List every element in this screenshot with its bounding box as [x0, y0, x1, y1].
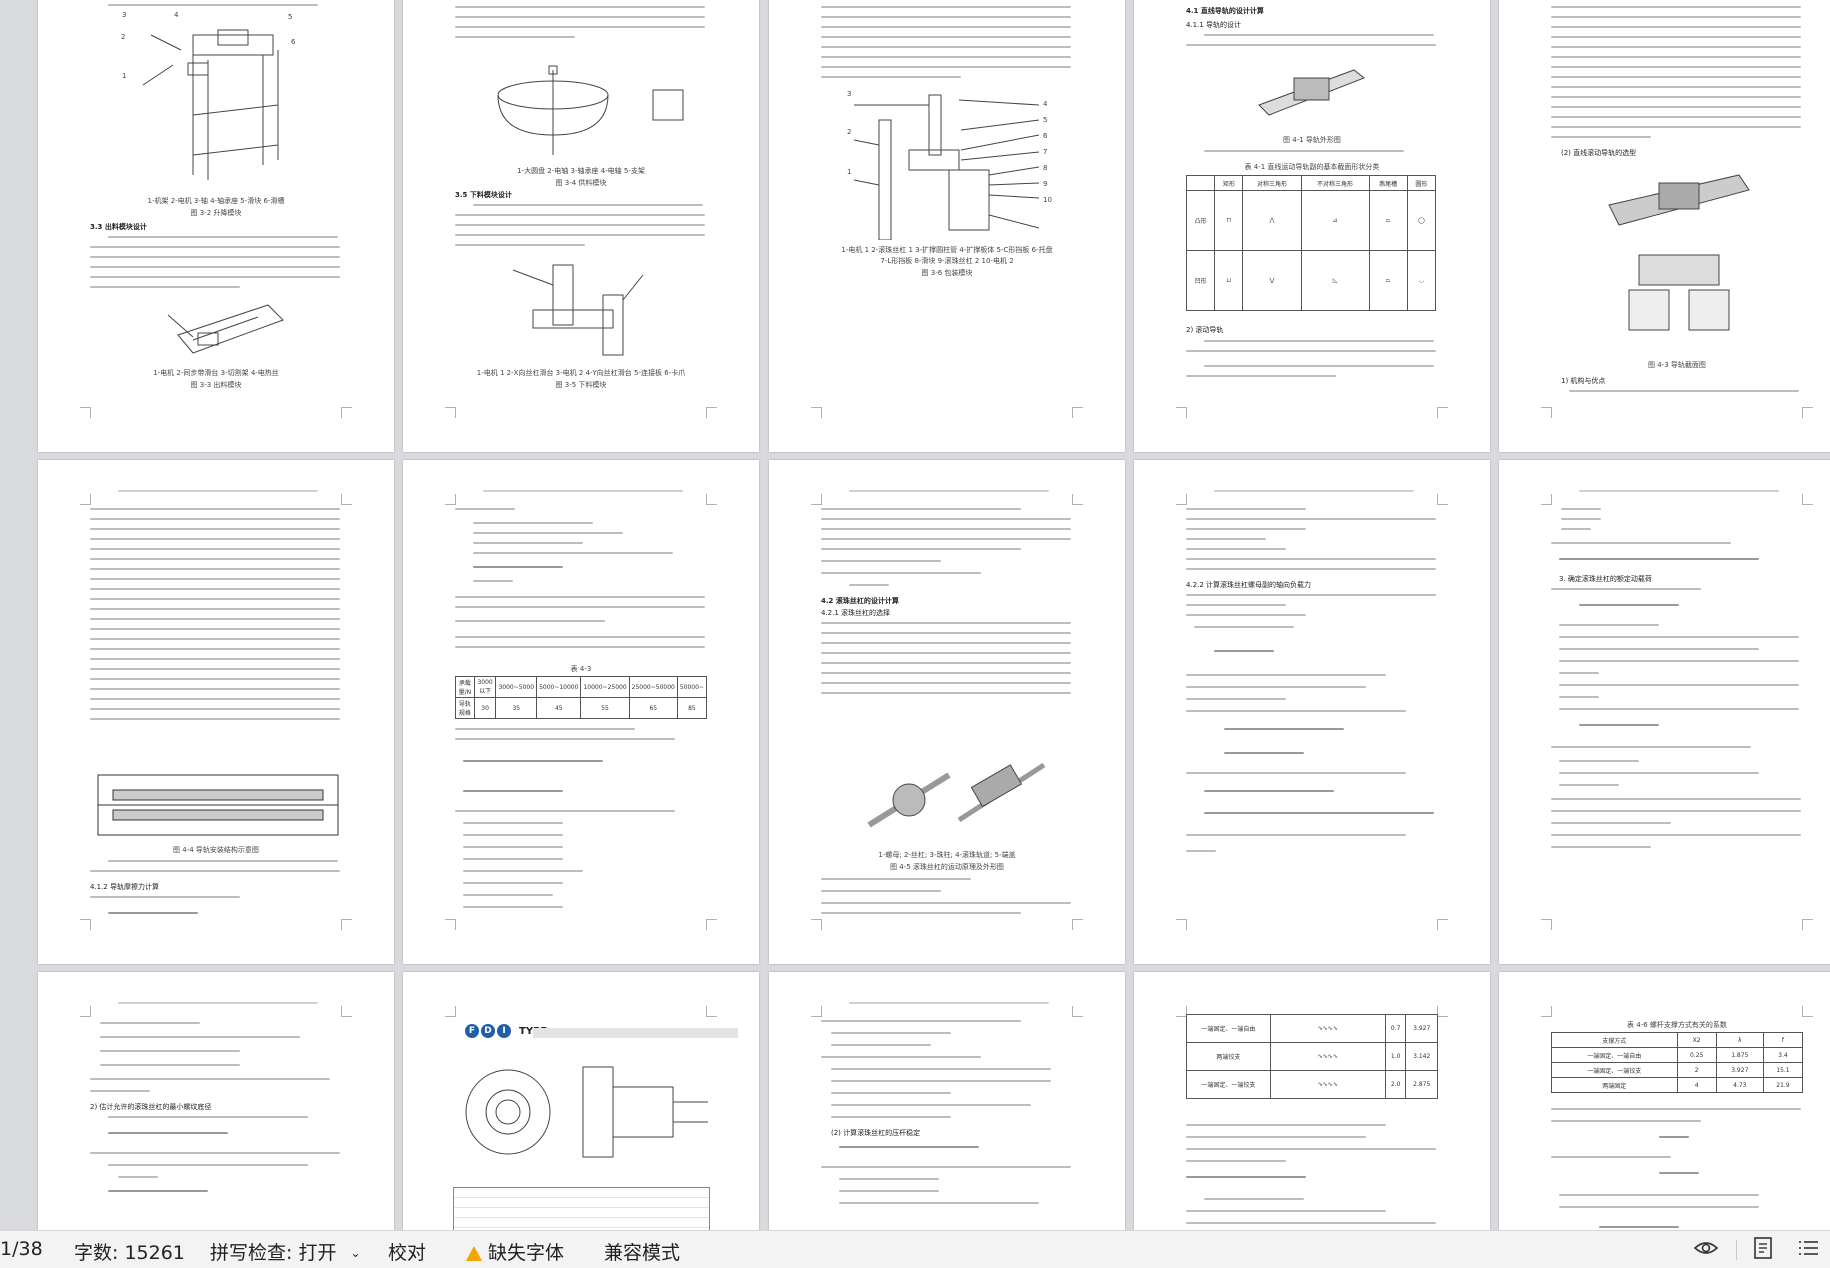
callout-label: 8: [1043, 164, 1048, 172]
subsection-heading: 4.2.1 滚珠丝杠的选择: [821, 609, 891, 617]
figure-title: 图 3-3 出料模块: [190, 381, 242, 389]
outline-view-icon[interactable]: [1796, 1236, 1820, 1265]
unloading-module-figure: [512, 264, 644, 356]
page-thumbnail[interactable]: 表 4-3 承载量/N 3000 以下 3000~5000 5000~10000 10…: [403, 460, 759, 964]
page-thumbnail[interactable]: 1-大圆盘 2-电轴 3-轴承座 4-电轴 5-支架 图 3-4 供料模块 3.…: [403, 0, 759, 452]
callout-label: 1: [122, 72, 127, 80]
figure-caption: 7-L形挡板 8-滑块 9-滚珠丝杠 2 10-电机 2: [880, 257, 1014, 265]
subsection-heading: (2) 计算滚珠丝杠的压杆稳定: [831, 1129, 921, 1137]
coefficient-table: 支撑方式 X2 λ f 一端固定、一端自由 0.25 1.875 3.4 一端固定、一端铰支…: [1551, 1032, 1804, 1093]
packaging-module-figure: [853, 94, 1040, 240]
rail-load-table: 承载量/N 3000 以下 3000~5000 5000~10000 10000~25…: [455, 676, 708, 719]
ball-screw-figure: [867, 762, 1046, 828]
page-thumbnail[interactable]: 表 4-6 螺杆支撑方式有关的系数 支撑方式 X2 λ f 一端固定、一端自由 0.25…: [1499, 972, 1830, 1230]
discharge-module-figure: [167, 304, 284, 354]
section-heading: 3.3 出料模块设计: [90, 223, 147, 231]
callout-label: 7: [1043, 148, 1048, 156]
callout-label: 5: [288, 13, 293, 21]
page-thumbnail[interactable]: F D I TYPE: [403, 972, 759, 1230]
subsection-heading: 2) 估计允许的滚珠丝杠的最小螺纹底径: [90, 1103, 212, 1111]
feeding-module-figure: [497, 65, 684, 155]
page-view-icon[interactable]: [1752, 1236, 1774, 1265]
section-heading: 3.5 下料模块设计: [455, 191, 512, 199]
page-thumbnail[interactable]: (2) 计算滚珠丝杠的压杆稳定: [769, 972, 1125, 1230]
subsection-heading: (2) 直线滚动导轨的选型: [1561, 149, 1637, 157]
subsection-heading: 4.2.2 计算滚珠丝杠螺母副的轴向负载力: [1186, 581, 1312, 589]
subsection-heading: 4.1.1 导轨的设计: [1186, 21, 1242, 29]
figure-title: 图 4-1 导轨外形图: [1283, 136, 1341, 144]
figure-caption: 1-电机 2-同步带滑台 3-切割架 4-电热丝: [153, 369, 279, 377]
figure-title: 图 3-4 供料模块: [555, 179, 607, 187]
table-title: 表 4-3: [570, 665, 592, 673]
figure-caption: 1-螺母; 2-丝杠; 3-珠柱; 4-滚珠轨道; 5-端盖: [878, 851, 1016, 859]
page-thumbnail[interactable]: 图 4-4 导轨安装结构示意图 4.1.2 导轨摩擦力计算: [38, 460, 394, 964]
compat-mode-label: 兼容模式: [604, 1242, 681, 1264]
proofread-button[interactable]: 校对: [388, 1238, 426, 1265]
callout-label: 4: [174, 11, 179, 19]
guide-mounting-figure: [97, 774, 339, 836]
callout-label: 4: [1043, 100, 1048, 108]
callout-label: 5: [1043, 116, 1048, 124]
figure-caption: 1-大圆盘 2-电轴 3-轴承座 4-电轴 5-支架: [517, 167, 645, 175]
page-thumbnail[interactable]: 4.2 滚珠丝杠的设计计算 4.2.1 滚珠丝杠的选择 1-螺母; 2-丝杠; …: [769, 460, 1125, 964]
figure-title: 图 3-5 下料模块: [555, 381, 607, 389]
figure-title: 图 4-4 导轨安装结构示意图: [173, 846, 259, 854]
document-canvas[interactable]: 3 4 5 2 6 1 1-机架 2-电机 3-轴 4-轴承座 5-滑块 6-滑…: [0, 0, 1830, 1230]
status-bar: 1/38 字数: 15261 拼写检查: 打开 ⌄ 校对 缺失字体 兼容模式: [0, 1230, 1830, 1268]
callout-label: 10: [1043, 196, 1052, 204]
eye-icon[interactable]: [1693, 1236, 1719, 1265]
page-thumbnail[interactable]: 2) 估计允许的滚珠丝杠的最小螺纹底径: [38, 972, 394, 1230]
callout-label: 2: [121, 33, 126, 41]
missing-fonts-label: 缺失字体: [488, 1242, 565, 1264]
subsection-heading: 4.1.2 导轨摩擦力计算: [90, 883, 160, 891]
guide-rail-figure: [1258, 69, 1365, 116]
missing-fonts-button[interactable]: 缺失字体: [466, 1238, 564, 1265]
section-heading: 4.1 直线导轨的设计计算: [1186, 7, 1264, 15]
page-thumbnail[interactable]: 一端固定、一端自由 ∿∿∿∿ 0.7 3.927 两端铰支 ∿∿∿∿ 1.0 3.142 一…: [1134, 972, 1490, 1230]
callout-label: 6: [291, 38, 296, 46]
callout-label: 1: [847, 168, 852, 176]
callout-label: 6: [1043, 132, 1048, 140]
rail-section-figure: [1608, 174, 1750, 331]
page-indicator[interactable]: 1/38: [0, 1238, 43, 1260]
page-thumbnail[interactable]: 4.1 直线导轨的设计计算 4.1.1 导轨的设计 图 4-1 导轨外形图 表 …: [1134, 0, 1490, 452]
spec-table: [453, 1187, 710, 1230]
spellcheck-label: 拼写检查: 打开: [210, 1242, 337, 1264]
list-item: 2) 滚动导轨: [1186, 326, 1224, 334]
list-item: 1) 机构与优点: [1561, 377, 1606, 385]
section-heading: 4.2 滚珠丝杠的设计计算: [821, 597, 899, 605]
figure-title: 图 3-2 升降模块: [190, 209, 242, 217]
figure-caption: 1-电机 1 2-X向丝杠滑台 3-电机 2 4-Y向丝杠滑台 5-连接板 6-…: [476, 369, 686, 377]
subsection-heading: 3. 确定滚珠丝杠的额定动载荷: [1559, 575, 1652, 583]
warning-icon: [466, 1246, 482, 1261]
figure-title: 图 4-5 滚珠丝杠的运动原理及外形图: [890, 863, 1004, 871]
page-thumbnail[interactable]: 3 2 1 4 5 6 7 8 9 10 1-电机 1 2-滚珠丝杠 1 3-扩…: [769, 0, 1125, 452]
page-thumbnail[interactable]: 3. 确定滚珠丝杠的额定动载荷: [1499, 460, 1830, 964]
lifting-module-figure: [142, 29, 279, 180]
table-title: 表 4-6 螺杆支撑方式有关的系数: [1627, 1021, 1727, 1029]
page-thumbnail[interactable]: 3 4 5 2 6 1 1-机架 2-电机 3-轴 4-轴承座 5-滑块 6-滑…: [38, 0, 394, 452]
callout-label: 9: [1043, 180, 1048, 188]
callout-label: 2: [847, 128, 852, 136]
callout-label: 3: [122, 11, 127, 19]
chevron-down-icon: ⌄: [350, 1246, 361, 1260]
support-type-table: 一端固定、一端自由 ∿∿∿∿ 0.7 3.927 两端铰支 ∿∿∿∿ 1.0 3.142 一…: [1186, 1014, 1438, 1099]
table-title: 表 4-1 直线运动导轨副的基本截面形状分类: [1244, 163, 1380, 171]
word-count[interactable]: 字数: 15261: [74, 1238, 185, 1265]
page-thumbnail[interactable]: 4.2.2 计算滚珠丝杠螺母副的轴向负载力: [1134, 460, 1490, 964]
figure-caption: 1-电机 1 2-滚珠丝杠 1 3-扩撑圆柱管 4-扩撑板体 5-C形挡板 6-…: [841, 246, 1053, 254]
figure-caption: 1-机架 2-电机 3-轴 4-轴承座 5-滑块 6-滑槽: [147, 197, 285, 205]
rail-profile-table: 矩形 对称三角形 不对称三角形 燕尾槽 圆形 凸形 ⊓ ⋀ ⊿ ⏢ ◯ 凹形 ⊔ ⋁ ◺ ⏢ ◡: [1185, 175, 1437, 311]
nut-drawing-figure: [465, 1066, 708, 1158]
spellcheck-toggle[interactable]: 拼写检查: 打开 ⌄: [210, 1238, 361, 1265]
callout-label: 3: [847, 90, 852, 98]
figure-title: 图 4-3 导轨截面图: [1648, 361, 1706, 369]
page-thumbnail[interactable]: (2) 直线滚动导轨的选型 图 4-3 导轨截面图 1) 机构与优点: [1499, 0, 1830, 452]
figure-title: 图 3-6 包装模块: [921, 269, 973, 277]
